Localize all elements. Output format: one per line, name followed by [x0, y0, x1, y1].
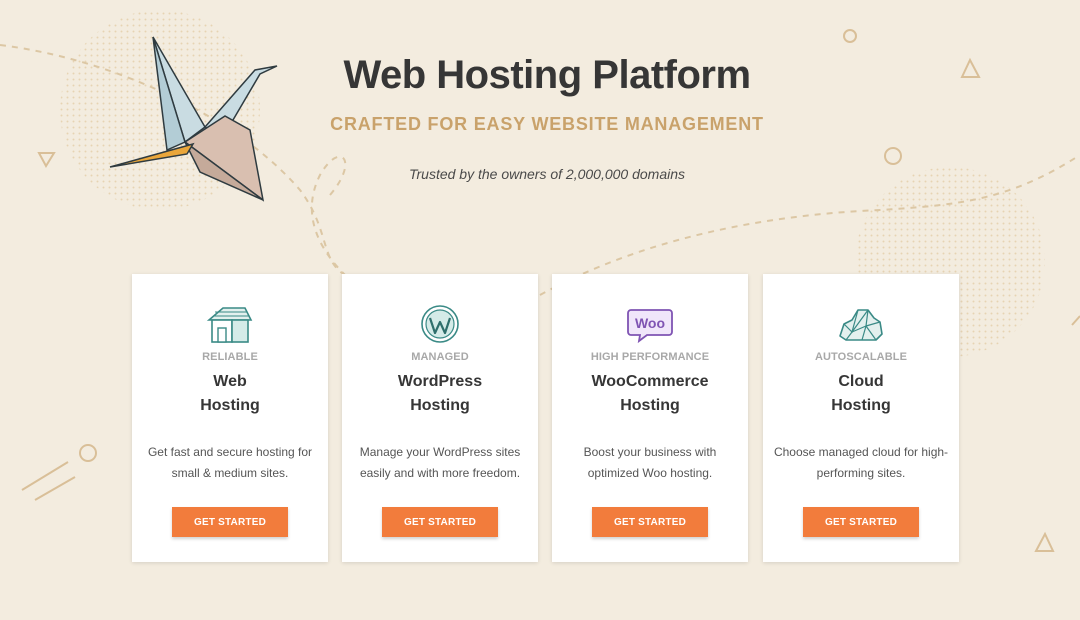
wordpress-icon [421, 305, 459, 343]
card-title: WordPress Hosting [342, 370, 538, 418]
circle-shape [884, 147, 902, 165]
house-icon [206, 307, 253, 343]
card-tag: MANAGED [411, 351, 469, 363]
get-started-button[interactable]: GET STARTED [592, 507, 708, 537]
circle-shape [843, 29, 857, 43]
card-description: Manage your WordPress sites easily and w… [359, 445, 521, 480]
card-description: Get fast and secure hosting for small & … [147, 445, 313, 480]
circle-shape [79, 444, 97, 462]
trust-statement: Trusted by the owners of 2,000,000 domai… [408, 166, 685, 182]
hero-section: Web Hosting Platform CRAFTED FOR EASY WE… [300, 50, 794, 183]
card-title: WooCommerce Hosting [552, 370, 748, 418]
get-started-button[interactable]: GET STARTED [803, 507, 919, 537]
card-title-line: Hosting [410, 397, 470, 414]
card-description: Choose managed cloud for high-performing… [773, 445, 949, 480]
card-tag: AUTOSCALABLE [814, 351, 908, 363]
triangle-shape [1034, 531, 1055, 552]
card-title-line: Cloud [838, 373, 884, 390]
triangle-shape [960, 57, 981, 78]
card-title-line: WordPress [397, 373, 483, 390]
line-shape [34, 476, 76, 501]
triangle-shape [37, 152, 56, 169]
wordpress-hosting-card: MANAGED WordPress Hosting Manage your Wo… [342, 274, 538, 562]
card-title: Web Hosting [132, 370, 328, 418]
card-tag: HIGH PERFORMANCE [590, 351, 710, 363]
origami-crane-icon [109, 36, 278, 202]
woocommerce-hosting-card: Woo HIGH PERFORMANCE WooCommerce Hosting… [552, 274, 748, 562]
line-shape [1071, 315, 1080, 326]
woo-icon-text: Woo [635, 315, 665, 331]
card-title: Cloud Hosting [763, 370, 959, 418]
card-title-line: WooCommerce [591, 373, 709, 390]
get-started-button[interactable]: GET STARTED [382, 507, 498, 537]
page-subtitle: CRAFTED FOR EASY WEBSITE MANAGEMENT [330, 114, 764, 134]
card-description: Boost your business with optimized Woo h… [583, 445, 717, 480]
woo-icon: Woo [627, 309, 673, 344]
card-title-line: Hosting [200, 397, 260, 414]
web-hosting-card: RELIABLE Web Hosting Get fast and secure… [132, 274, 328, 562]
card-tag: RELIABLE [202, 351, 258, 363]
cloud-hosting-card: AUTOSCALABLE Cloud Hosting Choose manage… [763, 274, 959, 562]
card-title-line: Hosting [620, 397, 680, 414]
line-shape [21, 461, 69, 491]
hosting-plans: RELIABLE Web Hosting Get fast and secure… [132, 274, 960, 562]
card-title-line: Hosting [831, 397, 891, 414]
card-title-line: Web [213, 373, 247, 390]
get-started-button[interactable]: GET STARTED [172, 507, 288, 537]
page-title: Web Hosting Platform [343, 53, 751, 97]
cloud-icon [839, 309, 883, 341]
